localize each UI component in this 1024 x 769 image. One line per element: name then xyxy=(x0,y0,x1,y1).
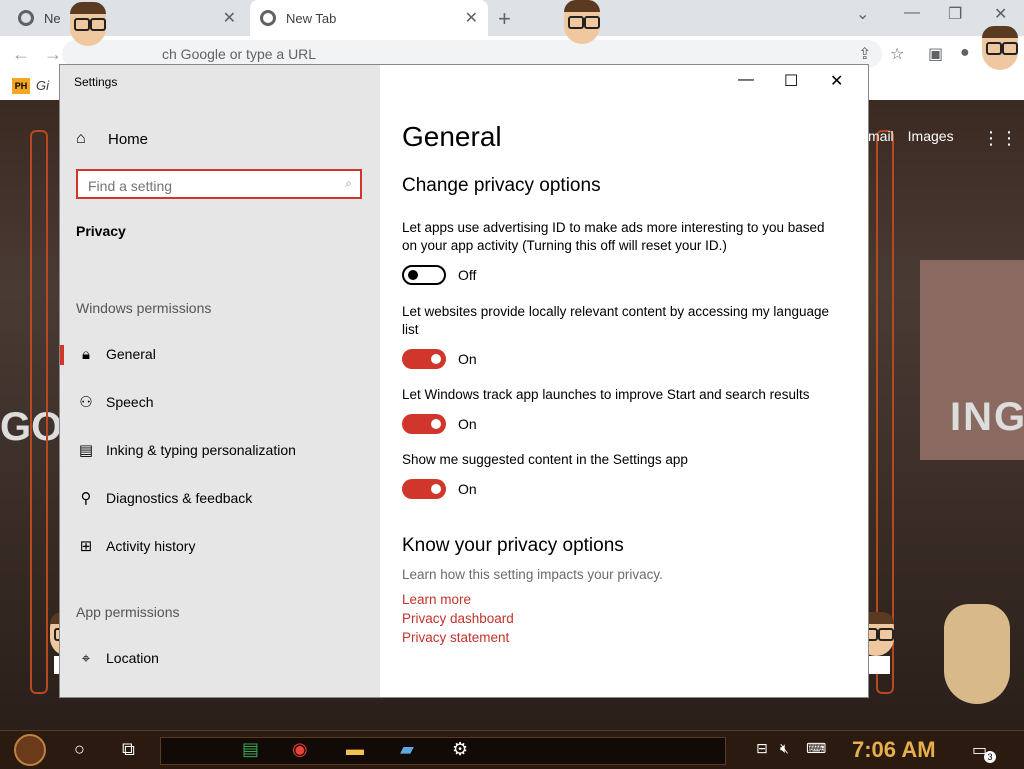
tab-search-chevron-icon[interactable]: ⌄ xyxy=(856,4,869,24)
bookmark-item[interactable]: Gi xyxy=(36,78,49,93)
tab-close-icon[interactable]: ✕ xyxy=(465,8,478,28)
share-icon[interactable]: ⇪ xyxy=(858,44,871,64)
bookmark-star-icon[interactable]: ☆ xyxy=(890,44,904,64)
learn-more-link[interactable]: Learn more xyxy=(402,592,471,607)
find-setting-search-box[interactable]: ⌕ xyxy=(76,169,362,199)
inking-icon: ▤ xyxy=(78,442,94,459)
gmail-link[interactable]: mail xyxy=(868,128,894,144)
sidebar-item-label: Inking & typing personalization xyxy=(106,442,296,458)
privacy-dashboard-link[interactable]: Privacy dashboard xyxy=(402,611,514,626)
chrome-favicon-icon xyxy=(18,10,34,26)
google-links: mail Images xyxy=(868,128,968,144)
sidebar-item-label: Activity history xyxy=(106,538,196,554)
settings-window: Settings ⌂ Home ⌕ Privacy Windows permis… xyxy=(60,65,868,697)
sheets-icon[interactable]: ▤ xyxy=(242,739,259,760)
suggested-content-toggle-label: On xyxy=(458,481,477,497)
advertising-id-toggle-label: Off xyxy=(458,267,477,283)
browser-restore-button[interactable]: ❐ xyxy=(948,4,962,24)
browser-tab-1[interactable]: Ne ✕ xyxy=(8,0,246,36)
settings-sidebar: Settings ⌂ Home ⌕ Privacy Windows permis… xyxy=(60,65,380,697)
change-privacy-options-heading: Change privacy options xyxy=(402,175,601,196)
cartoon-character-sticker xyxy=(558,0,606,62)
file-explorer-icon[interactable]: ▬ xyxy=(346,739,364,760)
task-view-icon[interactable]: ⧉ xyxy=(122,739,135,760)
images-link[interactable]: Images xyxy=(908,128,954,144)
home-nav-item[interactable]: ⌂ Home xyxy=(76,127,148,151)
cartoon-character-sticker xyxy=(976,26,1024,88)
apps-grid-icon[interactable]: ⋮⋮⋮ xyxy=(982,128,1024,149)
window-title: Settings xyxy=(74,75,118,89)
network-icon[interactable]: ⊟ xyxy=(756,740,768,757)
location-icon: ⌖ xyxy=(81,649,91,667)
keyboard-icon[interactable]: ⌨ xyxy=(806,740,826,757)
hamster-sticker xyxy=(944,604,1010,704)
browser-tab-strip: Ne ✕ New Tab ✕ + ⌄ — ❐ ✕ xyxy=(0,0,1024,36)
option-suggested-content-text: Show me suggested content in the Setting… xyxy=(402,452,688,467)
taskbar: ○ ⧉ ▤ ◉ ▬ ▰ ⚙ ⊟ 🔇︎ ⌨ 7:06 AM ▭ 3 xyxy=(0,730,1024,769)
wallpaper-text-ing: ING xyxy=(950,395,1024,439)
sidebar-item-label: Diagnostics & feedback xyxy=(106,490,253,506)
advertising-id-toggle[interactable] xyxy=(402,265,446,285)
profile-avatar-icon[interactable]: ● xyxy=(960,44,970,62)
sidebar-item-label: Speech xyxy=(106,394,154,410)
sidebar-item-inking-typing[interactable]: ▤ Inking & typing personalization xyxy=(60,432,380,468)
new-tab-button[interactable]: + xyxy=(498,6,511,32)
page-title: General xyxy=(402,121,502,152)
language-list-toggle-label: On xyxy=(458,351,477,367)
forward-arrow-icon[interactable]: → xyxy=(44,44,62,65)
option-advertising-id-text: Let apps use advertising ID to make ads … xyxy=(402,220,825,253)
sidebar-item-location[interactable]: ⌖ Location xyxy=(60,640,380,676)
browser-close-button[interactable]: ✕ xyxy=(994,4,1007,24)
app-launches-toggle-label: On xyxy=(458,416,477,432)
tab-close-icon[interactable]: ✕ xyxy=(223,8,236,28)
privacy-statement-link[interactable]: Privacy statement xyxy=(402,630,509,645)
notification-count-badge: 3 xyxy=(984,751,996,763)
cartoon-character-sticker xyxy=(64,2,112,64)
app-permissions-heading: App permissions xyxy=(76,604,180,620)
side-panel-icon[interactable]: ▣ xyxy=(928,44,943,64)
diagnostics-icon: ⚲ xyxy=(80,490,92,507)
sidebar-item-general[interactable]: 🔒︎ General xyxy=(60,336,380,372)
chrome-icon[interactable]: ◉ xyxy=(292,739,308,760)
know-privacy-options-heading: Know your privacy options xyxy=(402,535,624,556)
remote-desktop-icon[interactable]: ▰ xyxy=(400,739,414,760)
browser-tab-new-tab[interactable]: New Tab ✕ xyxy=(250,0,488,36)
start-button[interactable] xyxy=(14,734,46,766)
chrome-favicon-icon xyxy=(260,10,276,26)
bookmark-favicon-icon: PH xyxy=(12,78,30,94)
address-bar[interactable]: ch Google or type a URL xyxy=(62,40,882,68)
address-bar-placeholder: ch Google or type a URL xyxy=(162,46,317,62)
option-language-list-text: Let websites provide locally relevant co… xyxy=(402,304,829,337)
wallpaper-frame-left xyxy=(30,130,48,694)
search-input[interactable] xyxy=(86,175,330,197)
settings-content: General Change privacy options Let apps … xyxy=(402,65,862,697)
home-label: Home xyxy=(108,130,149,148)
tab-title: New Tab xyxy=(286,10,337,26)
home-icon: ⌂ xyxy=(76,130,86,147)
cortana-icon[interactable]: ○ xyxy=(74,739,85,760)
suggested-content-toggle[interactable] xyxy=(402,479,446,499)
lock-icon: 🔒︎ xyxy=(82,345,90,363)
windows-permissions-heading: Windows permissions xyxy=(76,300,212,316)
app-launches-toggle[interactable] xyxy=(402,414,446,434)
back-arrow-icon[interactable]: ← xyxy=(12,44,30,65)
activity-icon: ⊞ xyxy=(79,538,93,555)
search-icon: ⌕ xyxy=(345,176,352,190)
browser-minimize-button[interactable]: — xyxy=(904,4,920,22)
wallpaper-frame-right xyxy=(876,130,894,694)
taskbar-clock[interactable]: 7:06 AM xyxy=(852,737,936,763)
settings-gear-icon[interactable]: ⚙ xyxy=(452,739,468,760)
breadcrumb: Privacy xyxy=(76,223,126,239)
volume-muted-icon[interactable]: 🔇︎ xyxy=(780,740,789,757)
sidebar-item-label: Location xyxy=(106,650,159,666)
sidebar-item-activity-history[interactable]: ⊞ Activity history xyxy=(60,528,380,564)
language-list-toggle[interactable] xyxy=(402,349,446,369)
sidebar-item-speech[interactable]: ⚇ Speech xyxy=(60,384,380,420)
option-app-launches-text: Let Windows track app launches to improv… xyxy=(402,387,810,402)
sidebar-item-label: General xyxy=(106,346,156,362)
tab-title: Ne xyxy=(44,10,61,26)
privacy-impact-description: Learn how this setting impacts your priv… xyxy=(402,567,663,582)
speech-icon: ⚇ xyxy=(79,394,93,411)
sidebar-item-diagnostics[interactable]: ⚲ Diagnostics & feedback xyxy=(60,480,380,516)
